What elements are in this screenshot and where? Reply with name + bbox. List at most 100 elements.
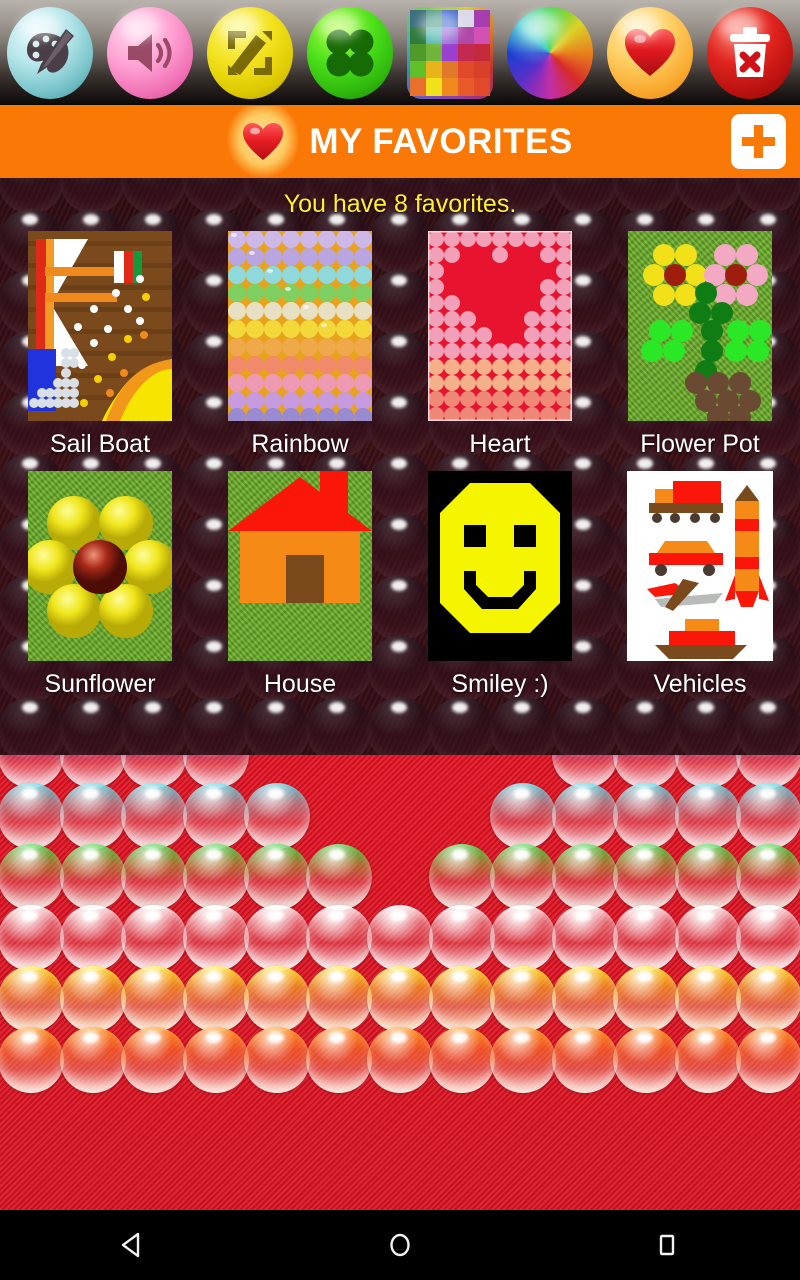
favorite-thumbnail	[428, 231, 572, 421]
bead-size-icon[interactable]	[307, 6, 393, 99]
bead[interactable]	[59, 844, 126, 910]
bead[interactable]	[736, 966, 800, 1032]
bead[interactable]	[182, 905, 249, 971]
bead[interactable]	[244, 844, 310, 910]
bead[interactable]	[182, 966, 249, 1032]
bead[interactable]	[674, 844, 741, 910]
favorite-thumbnail	[228, 231, 372, 421]
favorite-item-rainbow[interactable]: Rainbow	[200, 231, 400, 471]
nav-back-button[interactable]	[73, 1210, 193, 1280]
add-favorite-button[interactable]	[731, 114, 786, 169]
bead[interactable]	[244, 1027, 310, 1093]
bead[interactable]	[305, 844, 372, 910]
favorite-item-vehicles[interactable]: Vehicles	[600, 471, 800, 711]
bead[interactable]	[121, 905, 187, 971]
bead[interactable]	[674, 905, 741, 971]
favorite-thumbnail	[28, 231, 172, 421]
bead[interactable]	[490, 844, 556, 910]
bead[interactable]	[551, 783, 618, 849]
favorite-label: House	[263, 670, 337, 698]
bead[interactable]	[182, 1027, 249, 1093]
bead[interactable]	[244, 783, 310, 849]
bead[interactable]	[59, 905, 126, 971]
favorites-icon[interactable]	[607, 6, 693, 99]
bead[interactable]	[367, 905, 433, 971]
nav-home-button[interactable]	[340, 1210, 460, 1280]
color-wheel-icon[interactable]	[507, 6, 593, 99]
bead[interactable]	[367, 1027, 433, 1093]
sound-icon[interactable]	[107, 6, 193, 99]
bead[interactable]	[428, 966, 495, 1032]
heart-glyph	[625, 28, 675, 77]
bead[interactable]	[674, 966, 741, 1032]
header-title-group: MY FAVORITES	[227, 105, 573, 178]
bead[interactable]	[121, 783, 187, 849]
bead[interactable]	[0, 844, 64, 910]
favorite-label: Sail Boat	[49, 430, 151, 458]
favorite-item-smiley[interactable]: Smiley :)	[400, 471, 600, 711]
bead[interactable]	[0, 783, 64, 849]
bead[interactable]	[0, 1027, 64, 1093]
bead[interactable]	[305, 905, 372, 971]
bead[interactable]	[490, 783, 556, 849]
bead[interactable]	[182, 783, 249, 849]
palette-icon[interactable]	[7, 6, 93, 99]
trash-glyph	[727, 26, 773, 79]
bead[interactable]	[244, 905, 310, 971]
bead[interactable]	[551, 1027, 618, 1093]
favorite-item-flower-pot[interactable]: Flower Pot	[600, 231, 800, 471]
bead[interactable]	[613, 1027, 679, 1093]
bead[interactable]	[59, 1027, 126, 1093]
bead[interactable]	[182, 844, 249, 910]
favorite-item-sail-boat[interactable]: Sail Boat	[0, 231, 200, 471]
favorite-thumbnail	[628, 231, 772, 421]
bead[interactable]	[428, 905, 495, 971]
bead[interactable]	[736, 783, 800, 849]
bead[interactable]	[59, 783, 126, 849]
bead[interactable]	[551, 905, 618, 971]
bead[interactable]	[0, 905, 64, 971]
bead[interactable]	[428, 844, 495, 910]
bead[interactable]	[674, 1027, 741, 1093]
bead[interactable]	[305, 966, 372, 1032]
bead[interactable]	[551, 844, 618, 910]
bead[interactable]	[59, 966, 126, 1032]
bead[interactable]	[551, 966, 618, 1032]
plus-icon-vertical	[754, 125, 763, 158]
bead[interactable]	[305, 1027, 372, 1093]
bead[interactable]	[490, 966, 556, 1032]
bead[interactable]	[121, 1027, 187, 1093]
bead[interactable]	[428, 1027, 495, 1093]
favorite-item-heart[interactable]: Heart	[400, 231, 600, 471]
bead[interactable]	[367, 966, 433, 1032]
favorites-body: You have 8 favorites. Sail Boat Rainbow …	[0, 178, 800, 755]
favorites-count-text: You have 8 favorites.	[283, 190, 517, 218]
favorites-grid: Sail Boat Rainbow Heart Flower Pot Sunfl…	[0, 231, 800, 711]
bead[interactable]	[121, 844, 187, 910]
bead[interactable]	[736, 844, 800, 910]
page-title: MY FAVORITES	[309, 121, 573, 161]
bead[interactable]	[490, 1027, 556, 1093]
bead[interactable]	[613, 844, 679, 910]
app-root: MY FAVORITES You have 8 favorites. Sail …	[0, 0, 800, 1280]
resize-icon[interactable]	[207, 6, 293, 99]
favorite-item-sunflower[interactable]: Sunflower	[0, 471, 200, 711]
bead[interactable]	[613, 783, 679, 849]
bead[interactable]	[0, 966, 64, 1032]
trash-icon[interactable]	[707, 6, 793, 99]
bead[interactable]	[490, 905, 556, 971]
favorite-item-house[interactable]: House	[200, 471, 400, 711]
favorite-label: Vehicles	[653, 670, 747, 698]
bead[interactable]	[674, 783, 741, 849]
speaker-glyph	[124, 29, 176, 77]
nav-recents-button[interactable]	[607, 1210, 727, 1280]
bead[interactable]	[121, 966, 187, 1032]
favorite-label: Sunflower	[44, 670, 156, 698]
bead[interactable]	[244, 966, 310, 1032]
bead[interactable]	[736, 905, 800, 971]
bead[interactable]	[736, 1027, 800, 1093]
bead[interactable]	[613, 966, 679, 1032]
color-grid-icon[interactable]	[407, 6, 493, 99]
bead[interactable]	[613, 905, 679, 971]
android-navigation-bar	[0, 1210, 800, 1280]
